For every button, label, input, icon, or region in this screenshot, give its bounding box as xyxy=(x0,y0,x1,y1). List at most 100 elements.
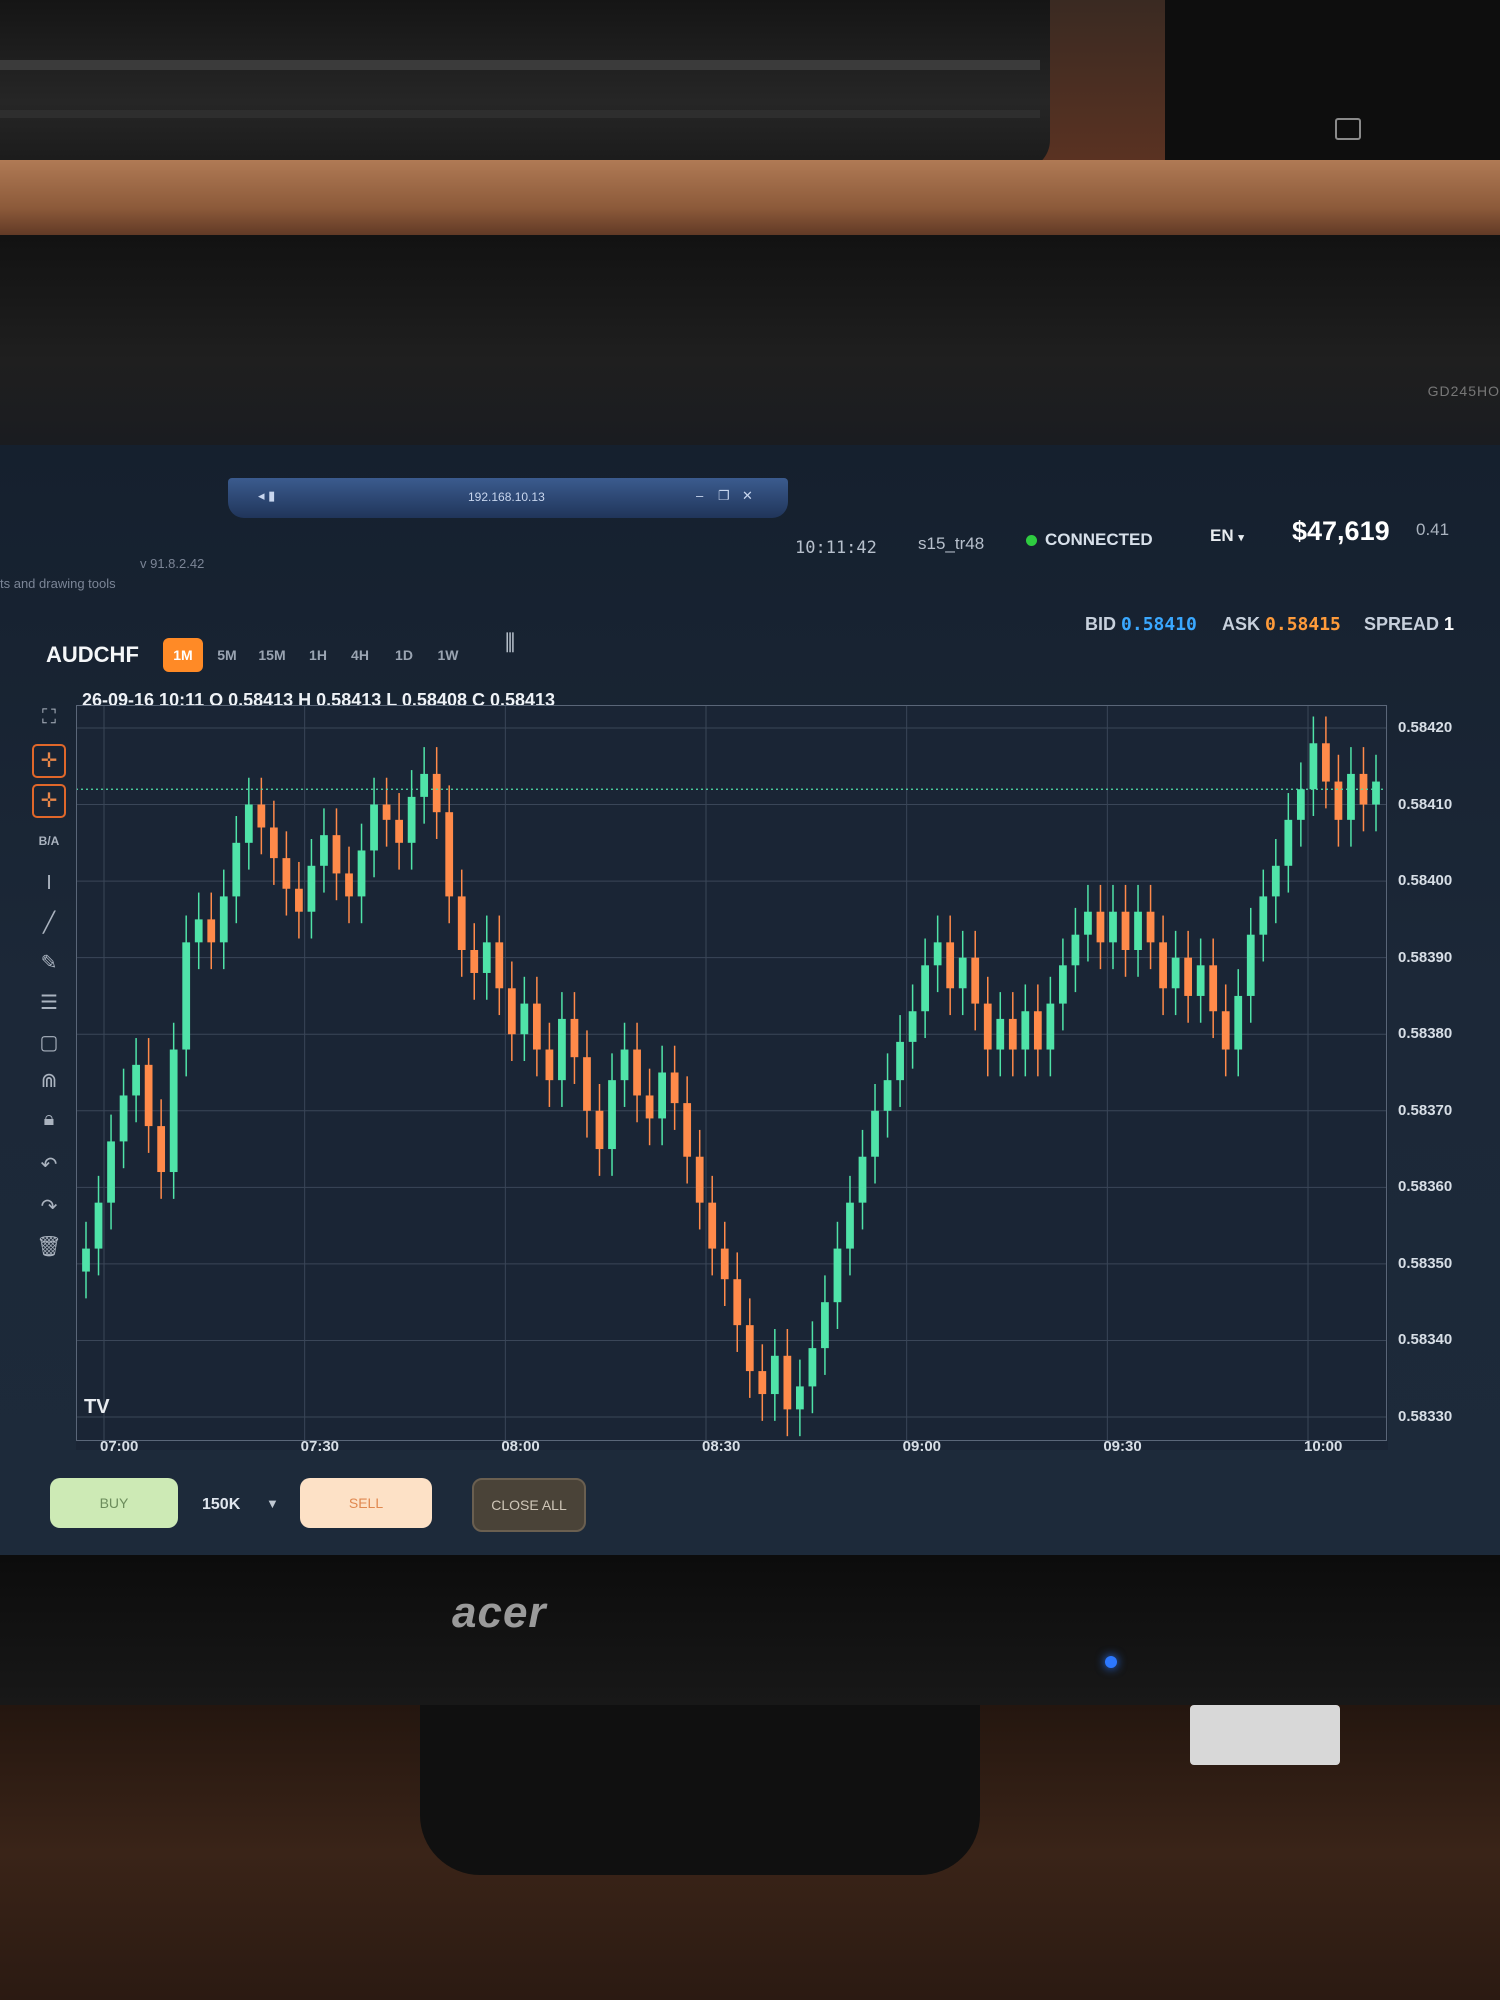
drawing-toolbar: ⛶ ✛ ✛ B/A I ╱ ✎ ☰ ▢ ⋒ 🔒︎ ↶ ↷ 🗑︎ xyxy=(28,700,72,1290)
candle-body xyxy=(457,896,466,950)
price-tick-label: 0.58370 xyxy=(1398,1101,1453,1119)
price-tick-label: 0.58340 xyxy=(1398,1331,1453,1349)
timeframe-1h[interactable]: 1H xyxy=(304,638,332,672)
crosshair-icon[interactable]: ✛ xyxy=(32,744,66,778)
language-selector[interactable]: EN ▾ xyxy=(1210,526,1244,546)
minimize-icon[interactable]: – xyxy=(696,488,703,503)
candle-body xyxy=(595,1110,604,1150)
redo-icon[interactable]: ↷ xyxy=(32,1190,66,1224)
timeframe-1d[interactable]: 1D xyxy=(390,638,418,672)
price-tick-label: 0.58400 xyxy=(1398,872,1453,890)
app-version: v 91.8.2.42 xyxy=(140,556,205,571)
ask-quote: ASK 0.58415 xyxy=(1222,614,1341,635)
monitor-stand-area xyxy=(0,1705,1500,2000)
candle-body xyxy=(194,919,203,943)
candle-body xyxy=(708,1202,717,1249)
candle-body xyxy=(583,1057,591,1111)
candle-body xyxy=(520,1003,529,1035)
account-balance: $47,619 xyxy=(1292,516,1390,546)
ruler-icon[interactable]: ✎ xyxy=(32,946,66,980)
instrument-symbol[interactable]: AUDCHF xyxy=(46,642,139,668)
time-tick-label: 08:00 xyxy=(501,1438,540,1455)
close-all-button[interactable]: CLOSE ALL xyxy=(472,1478,586,1532)
magnet-icon[interactable]: ⋒ xyxy=(32,1064,66,1098)
fullscreen-icon[interactable]: ⛶ xyxy=(32,700,66,734)
time-tick-label: 09:00 xyxy=(902,1438,942,1455)
candle-body xyxy=(357,850,366,897)
candle-body xyxy=(182,942,191,1050)
candle-body xyxy=(745,1325,754,1372)
timeframe-1m[interactable]: 1M xyxy=(163,638,203,672)
fib-levels-icon[interactable]: ☰ xyxy=(32,986,66,1020)
chevron-down-icon[interactable]: ▼ xyxy=(266,1496,279,1511)
price-tick-label: 0.58390 xyxy=(1398,948,1453,966)
candle-body xyxy=(82,1248,90,1272)
undo-icon[interactable]: ↶ xyxy=(32,1148,66,1182)
candle-body xyxy=(470,950,479,973)
server-clock: 10:11:42 xyxy=(795,538,877,558)
candle-body xyxy=(808,1348,817,1387)
candle-body xyxy=(1372,781,1380,805)
candle-body xyxy=(169,1049,178,1173)
briefcase-icon xyxy=(1335,118,1361,140)
ask-label: ASK xyxy=(1222,614,1261,634)
language-label: EN xyxy=(1210,526,1234,545)
candle-body xyxy=(633,1049,641,1096)
power-led-icon xyxy=(1105,1656,1117,1668)
remote-window-titlebar[interactable]: ◂ ▮ 192.168.10.13 – ❐ ✕ xyxy=(228,478,788,518)
time-tick-label: 10:00 xyxy=(1304,1438,1343,1455)
trash-icon[interactable]: 🗑︎ xyxy=(32,1230,66,1264)
sell-button[interactable]: SELL xyxy=(300,1478,432,1528)
rectangle-icon[interactable]: ▢ xyxy=(32,1026,66,1060)
candle-body xyxy=(946,942,955,989)
restore-icon[interactable]: ❐ xyxy=(718,488,730,504)
candle-body xyxy=(1121,911,1130,950)
candle-body xyxy=(307,865,316,912)
candle-body xyxy=(1159,942,1167,989)
connection-label: CONNECTED xyxy=(1045,530,1153,549)
chevron-down-icon: ▾ xyxy=(1238,532,1244,544)
candle-body xyxy=(821,1302,829,1349)
candle-body xyxy=(1071,934,1080,966)
timeframe-4h[interactable]: 4H xyxy=(346,638,374,672)
candle-body xyxy=(971,957,980,1004)
candle-body xyxy=(1259,896,1268,935)
drawing-tools-tip: ts and drawing tools xyxy=(0,576,116,591)
candle-body xyxy=(1008,1018,1017,1050)
candle-body xyxy=(1347,773,1355,820)
lock-icon[interactable]: 🔒︎ xyxy=(32,1102,66,1136)
candle-body xyxy=(645,1095,654,1119)
candle-body xyxy=(796,1386,804,1410)
candle-body xyxy=(858,1156,867,1203)
price-tick-label: 0.58330 xyxy=(1398,1408,1453,1426)
trend-line-icon[interactable]: ╱ xyxy=(32,906,66,940)
timeframe-15m[interactable]: 15M xyxy=(254,638,290,672)
candle-body xyxy=(1209,965,1218,1012)
candle-body xyxy=(1171,957,1180,989)
timeframe-1w[interactable]: 1W xyxy=(432,638,464,672)
candle-body xyxy=(933,942,942,966)
candle-body xyxy=(395,819,403,843)
candle-body xyxy=(1084,911,1092,935)
candle-body xyxy=(758,1371,767,1395)
candle-body xyxy=(833,1248,842,1303)
monitor-bottom-bezel xyxy=(0,1555,1500,1705)
monitor-model: GD245HO xyxy=(1427,383,1500,399)
candle-body xyxy=(720,1248,729,1280)
bid-ask-toggle[interactable]: B/A xyxy=(32,824,66,858)
crosshair-alt-icon[interactable]: ✛ xyxy=(32,784,66,818)
candle-body xyxy=(320,835,328,866)
timeframe-5m[interactable]: 5M xyxy=(212,638,242,672)
monitor-top-bezel xyxy=(0,235,1500,445)
candle-body xyxy=(1221,1011,1230,1050)
quantity-select[interactable]: 150K xyxy=(202,1496,240,1514)
close-icon[interactable]: ✕ xyxy=(742,488,753,504)
vertical-line-icon[interactable]: I xyxy=(32,866,66,900)
buy-button[interactable]: BUY xyxy=(50,1478,178,1528)
price-chart[interactable] xyxy=(76,705,1388,1450)
candle-body xyxy=(570,1018,579,1058)
pnl-value: 0.41 xyxy=(1416,520,1450,539)
candle-body xyxy=(144,1064,153,1127)
candle-body xyxy=(407,796,416,843)
candlestick-type-icon[interactable]: ⫼ xyxy=(505,630,515,656)
